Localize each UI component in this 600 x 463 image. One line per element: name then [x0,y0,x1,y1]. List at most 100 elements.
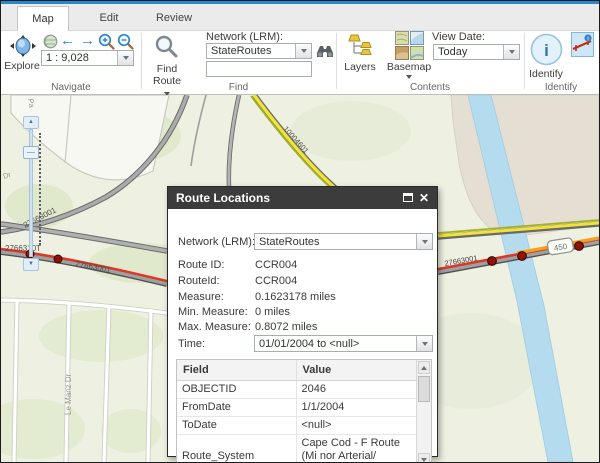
tab-map[interactable]: Map [17,6,69,31]
network-lrm-combobox[interactable]: StateRoutes [206,43,312,59]
field-cell: Route_System [177,434,296,463]
close-icon[interactable]: ✕ [417,190,431,206]
value-cell: 1/1/2004 [296,398,417,416]
tab-edit[interactable]: Edit [81,6,137,31]
identify-icon: i [530,33,563,66]
scrollbar-up-button[interactable] [418,361,430,374]
tab-review[interactable]: Review [143,6,205,31]
field-label: Min. Measure: [178,306,248,318]
table-scrollbar[interactable] [416,360,431,463]
layers-icon [347,33,373,59]
chevron-down-icon [421,458,427,462]
chevron-down-icon [123,56,129,60]
table-row[interactable]: OBJECTID 2046 [177,380,417,398]
globe-icon [43,34,58,49]
field-cell: FromDate [177,398,296,416]
street-name-label: Le Manz Dr [64,373,73,415]
zoom-out-button[interactable] [117,33,134,50]
view-date-combobox[interactable]: Today [433,44,520,60]
table-row[interactable]: ToDate <null> [177,416,417,434]
field-value: 0.8072 miles [255,321,317,333]
back-arrow-icon: ← [60,32,75,49]
identify-route-locations-toggle[interactable]: i [571,32,594,57]
binoculars-icon [316,44,334,59]
ribbon-tabbar: Map Edit Review [1,1,599,31]
field-label: Network (LRM): [178,236,255,248]
forward-arrow-icon: → [80,32,95,49]
zoom-in-icon [98,33,115,50]
dialog-network-dropdown-button[interactable] [416,234,432,249]
group-separator [524,33,525,89]
zoom-out-icon [117,33,134,50]
table-header-row: Field Value [177,360,417,380]
view-date-dropdown-button[interactable] [503,45,519,59]
column-header-value: Value [296,360,417,380]
route-input[interactable] [206,61,312,77]
attributes-table: Field Value OBJECTID 2046 FromDate 1/1/2… [176,359,432,463]
view-date-label: View Date: [432,31,485,43]
dialog-time-combobox[interactable]: 01/01/2004 to <null> [254,335,433,352]
explore-label: Explore [1,60,43,72]
dialog-body: Network (LRM): StateRoutes Route ID: CCR… [168,209,437,456]
value-cell: Cape Cod - F Route (Mi nor Arterial/ Col… [296,434,417,463]
navigate-group-label: Navigate [1,82,141,93]
chevron-down-icon [422,342,428,346]
full-extent-button[interactable] [42,34,58,49]
dialog-titlebar[interactable]: Route Locations ✕ [168,187,437,209]
dialog-network-combobox[interactable]: StateRoutes [254,233,433,250]
chevron-down-icon [406,75,412,79]
dialog-title: Route Locations [176,191,270,205]
basemap-icon [395,31,424,60]
layers-label: Layers [340,61,380,73]
table-row[interactable]: Route_System Cape Cod - F Route (Mi nor … [177,434,417,463]
ribbon: Explore ← → 1 : 9,028 [1,31,599,95]
network-lrm-label: Network (LRM): [206,31,283,43]
identify-button[interactable]: i [529,33,563,67]
field-cell: OBJECTID [177,380,296,398]
network-lrm-dropdown-button[interactable] [295,44,311,58]
zoom-slider-down-button[interactable]: ▼ [23,258,39,271]
maximize-icon[interactable] [403,193,413,202]
find-route-magnifier-icon [154,34,180,60]
svg-text:i: i [587,37,588,43]
value-cell: <null> [296,416,417,434]
field-label: Max. Measure: [178,321,251,333]
find-route-label-line1: Find [146,63,188,75]
field-label: Measure: [178,291,224,303]
search-routes-button[interactable] [316,44,334,60]
identify-group-label: Identify [524,82,598,93]
zoom-slider-up-button[interactable]: ▲ [23,116,39,129]
next-extent-button[interactable]: → [80,32,95,49]
identify-label: Identify [521,68,571,80]
field-value: CCR004 [255,275,297,287]
map-scale-dropdown-button[interactable] [117,51,133,65]
view-date-value: Today [434,46,503,58]
contents-group-label: Contents [336,82,524,93]
field-value: 0.1623178 miles [255,291,336,303]
dialog-time-value: 01/01/2004 to <null> [255,338,416,350]
scrollbar-thumb[interactable] [418,376,430,402]
street-name-label: Dr [2,170,13,181]
field-value: CCR004 [255,259,297,271]
previous-extent-button[interactable]: ← [60,32,75,49]
field-label: Time: [178,338,205,350]
scrollbar-down-button[interactable] [418,453,430,463]
field-label: Route ID: [178,259,224,271]
dialog-time-dropdown-button[interactable] [416,336,432,351]
column-header-field: Field [177,360,296,380]
map-scale-value: 1 : 9,028 [42,52,117,64]
field-value: 0 miles [255,306,290,318]
dialog-network-value: StateRoutes [255,236,416,248]
group-separator [141,33,142,89]
map-scale-combobox[interactable]: 1 : 9,028 [41,50,134,66]
svg-text:i: i [544,41,549,60]
zoom-in-button[interactable] [98,33,115,50]
basemap-button[interactable] [391,31,427,61]
explore-icon [10,35,36,57]
chevron-down-icon [422,240,428,244]
route-number-label: 2766310T [5,244,41,253]
zoom-slider-ticks [39,133,41,245]
table-row[interactable]: FromDate 1/1/2004 [177,398,417,416]
chevron-down-icon [509,50,515,54]
zoom-slider-handle[interactable] [23,146,39,159]
